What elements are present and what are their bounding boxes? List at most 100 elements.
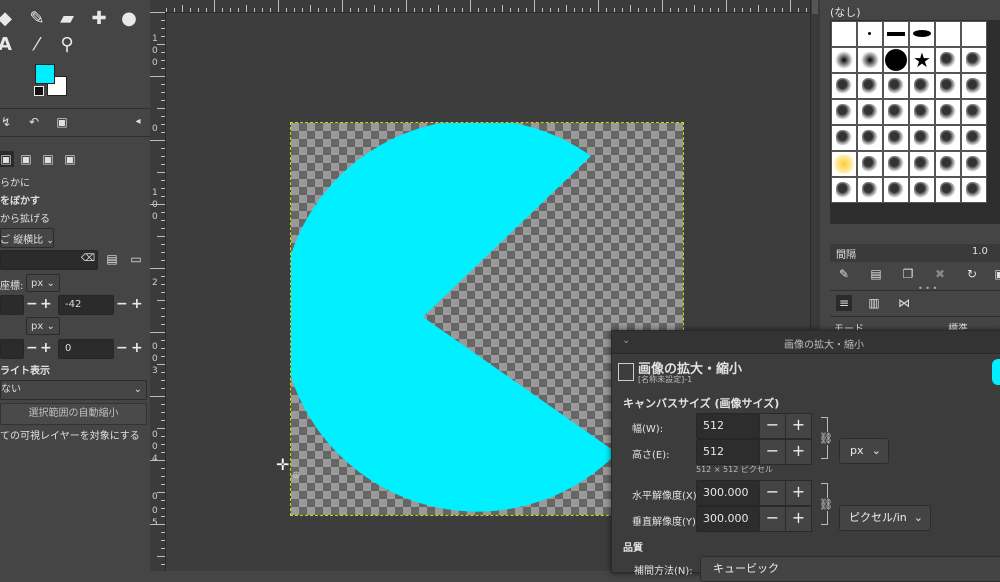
brush-item[interactable] [883, 47, 909, 73]
width-field[interactable]: 512 [696, 413, 760, 439]
brush-item[interactable] [857, 177, 883, 203]
configure-tab-icon[interactable]: ◂ [130, 114, 146, 130]
position-y-field[interactable]: -42 [58, 295, 114, 315]
brush-item[interactable] [961, 125, 987, 151]
clear-entry-icon[interactable]: ⌫ [80, 251, 96, 267]
mode-intersect-icon[interactable]: ▣ [62, 151, 78, 167]
brush-item[interactable] [909, 99, 935, 125]
preset-doc-icon[interactable]: ▤ [104, 251, 120, 267]
foreground-color-swatch[interactable] [35, 64, 55, 84]
paintbrush-tool-icon[interactable]: ✎ [26, 8, 48, 30]
decrement-x-button[interactable]: − [26, 297, 38, 311]
brush-item[interactable] [935, 47, 961, 73]
feather-edges-option[interactable]: をぼかす [0, 192, 40, 207]
brush-item[interactable] [909, 177, 935, 203]
dialog-titlebar[interactable]: ⌄ 画像の拡大・縮小 [612, 331, 1000, 354]
width-decrement-button[interactable]: − [759, 413, 786, 439]
brush-item[interactable] [909, 21, 935, 47]
brush-item[interactable] [909, 125, 935, 151]
heal-tool-icon[interactable]: ✚ [88, 8, 110, 30]
height-decrement-button[interactable]: − [759, 439, 786, 465]
guides-combo[interactable]: ない ⌄ [0, 380, 147, 400]
default-colors-icon[interactable] [34, 86, 44, 96]
mode-replace-icon[interactable]: ▣ [0, 151, 14, 167]
brush-item[interactable] [935, 125, 961, 151]
brush-item[interactable] [857, 151, 883, 177]
smudge-tool-icon[interactable]: ● [118, 8, 140, 30]
brush-item[interactable] [961, 21, 987, 47]
refresh-brushes-icon[interactable]: ↻ [964, 266, 980, 282]
edit-brush-icon[interactable]: ✎ [836, 266, 852, 282]
eraser-tool-icon[interactable]: ▰ [56, 8, 78, 30]
brush-item[interactable] [935, 73, 961, 99]
yres-decrement-button[interactable]: − [759, 506, 786, 532]
brush-item[interactable] [857, 21, 883, 47]
brush-item[interactable] [935, 21, 961, 47]
brush-item[interactable] [935, 177, 961, 203]
brush-item[interactable] [961, 177, 987, 203]
xres-field[interactable]: 300.000 [696, 480, 760, 506]
brush-item[interactable] [857, 125, 883, 151]
brush-item[interactable] [857, 73, 883, 99]
dialog-collapse-icon[interactable]: ⌄ [622, 335, 630, 346]
brush-item[interactable] [831, 73, 857, 99]
increment-x-button[interactable]: + [40, 297, 52, 311]
brush-item[interactable] [831, 47, 857, 73]
highlight-label[interactable]: ライト表示 [0, 362, 50, 377]
brush-item[interactable] [883, 99, 909, 125]
paths-tab-icon[interactable]: ⋈ [896, 295, 912, 311]
increment-y-button[interactable]: + [131, 297, 143, 311]
brush-item[interactable] [883, 177, 909, 203]
duplicate-brush-icon[interactable]: ❐ [900, 266, 916, 282]
brush-item[interactable] [857, 99, 883, 125]
brush-item[interactable] [831, 125, 857, 151]
tool-options-tab-icon[interactable]: ↯ [0, 114, 14, 130]
brush-item[interactable] [909, 151, 935, 177]
decrement-h-button[interactable]: − [116, 341, 128, 355]
brush-item[interactable] [961, 47, 987, 73]
mode-add-icon[interactable]: ▣ [18, 151, 34, 167]
increment-w-button[interactable]: + [40, 341, 52, 355]
expand-from-center-option[interactable]: から拡げる [0, 210, 50, 225]
brush-item[interactable] [883, 125, 909, 151]
mode-subtract-icon[interactable]: ▣ [40, 151, 56, 167]
brush-item[interactable] [831, 99, 857, 125]
height-field[interactable]: 512 [696, 439, 760, 465]
xres-decrement-button[interactable]: − [759, 480, 786, 506]
brush-item[interactable] [961, 151, 987, 177]
brush-item[interactable] [935, 151, 961, 177]
brush-item[interactable] [883, 73, 909, 99]
brush-item[interactable] [961, 73, 987, 99]
size-h-field[interactable]: 0 [58, 339, 114, 359]
text-tool-icon[interactable]: A [0, 34, 16, 56]
layers-tab-icon[interactable]: ≡ [836, 295, 852, 311]
spacing-slider[interactable]: 間隔 1.0 [830, 244, 1000, 262]
size-unit-combo[interactable]: px ⌄ [26, 317, 60, 335]
fixed-aspect-combo[interactable] [0, 228, 54, 248]
undo-history-tab-icon[interactable]: ↶ [26, 114, 42, 130]
res-chain-icon[interactable]: ⛓ [819, 498, 833, 511]
brush-item[interactable] [831, 21, 857, 47]
interpolation-combo[interactable]: キュービック [700, 556, 1000, 582]
brush-item[interactable] [857, 47, 883, 73]
brush-item[interactable] [935, 99, 961, 125]
visible-layers-option[interactable]: ての可視レイヤーを対象にする [0, 427, 140, 442]
brush-item[interactable] [883, 21, 909, 47]
decrement-y-button[interactable]: − [116, 297, 128, 311]
preset-menu-icon[interactable]: ▭ [128, 251, 144, 267]
brush-item[interactable] [883, 151, 909, 177]
images-tab-icon[interactable]: ▣ [54, 114, 70, 130]
size-unit-combo[interactable]: px ⌄ [839, 438, 889, 464]
drag-handle[interactable]: • • • [918, 284, 937, 293]
bucket-fill-tool-icon[interactable]: ◆ [0, 8, 16, 30]
size-chain-icon[interactable]: ⛓ [819, 432, 833, 445]
antialias-option[interactable]: らかに [0, 174, 30, 189]
yres-increment-button[interactable]: + [785, 506, 812, 532]
decrement-w-button[interactable]: − [26, 341, 38, 355]
width-increment-button[interactable]: + [785, 413, 812, 439]
increment-h-button[interactable]: + [131, 341, 143, 355]
more-icon[interactable]: ▣ [992, 266, 1000, 282]
xres-increment-button[interactable]: + [785, 480, 812, 506]
resolution-unit-combo[interactable]: ピクセル/in ⌄ [839, 505, 931, 531]
size-w-field[interactable] [0, 339, 24, 359]
